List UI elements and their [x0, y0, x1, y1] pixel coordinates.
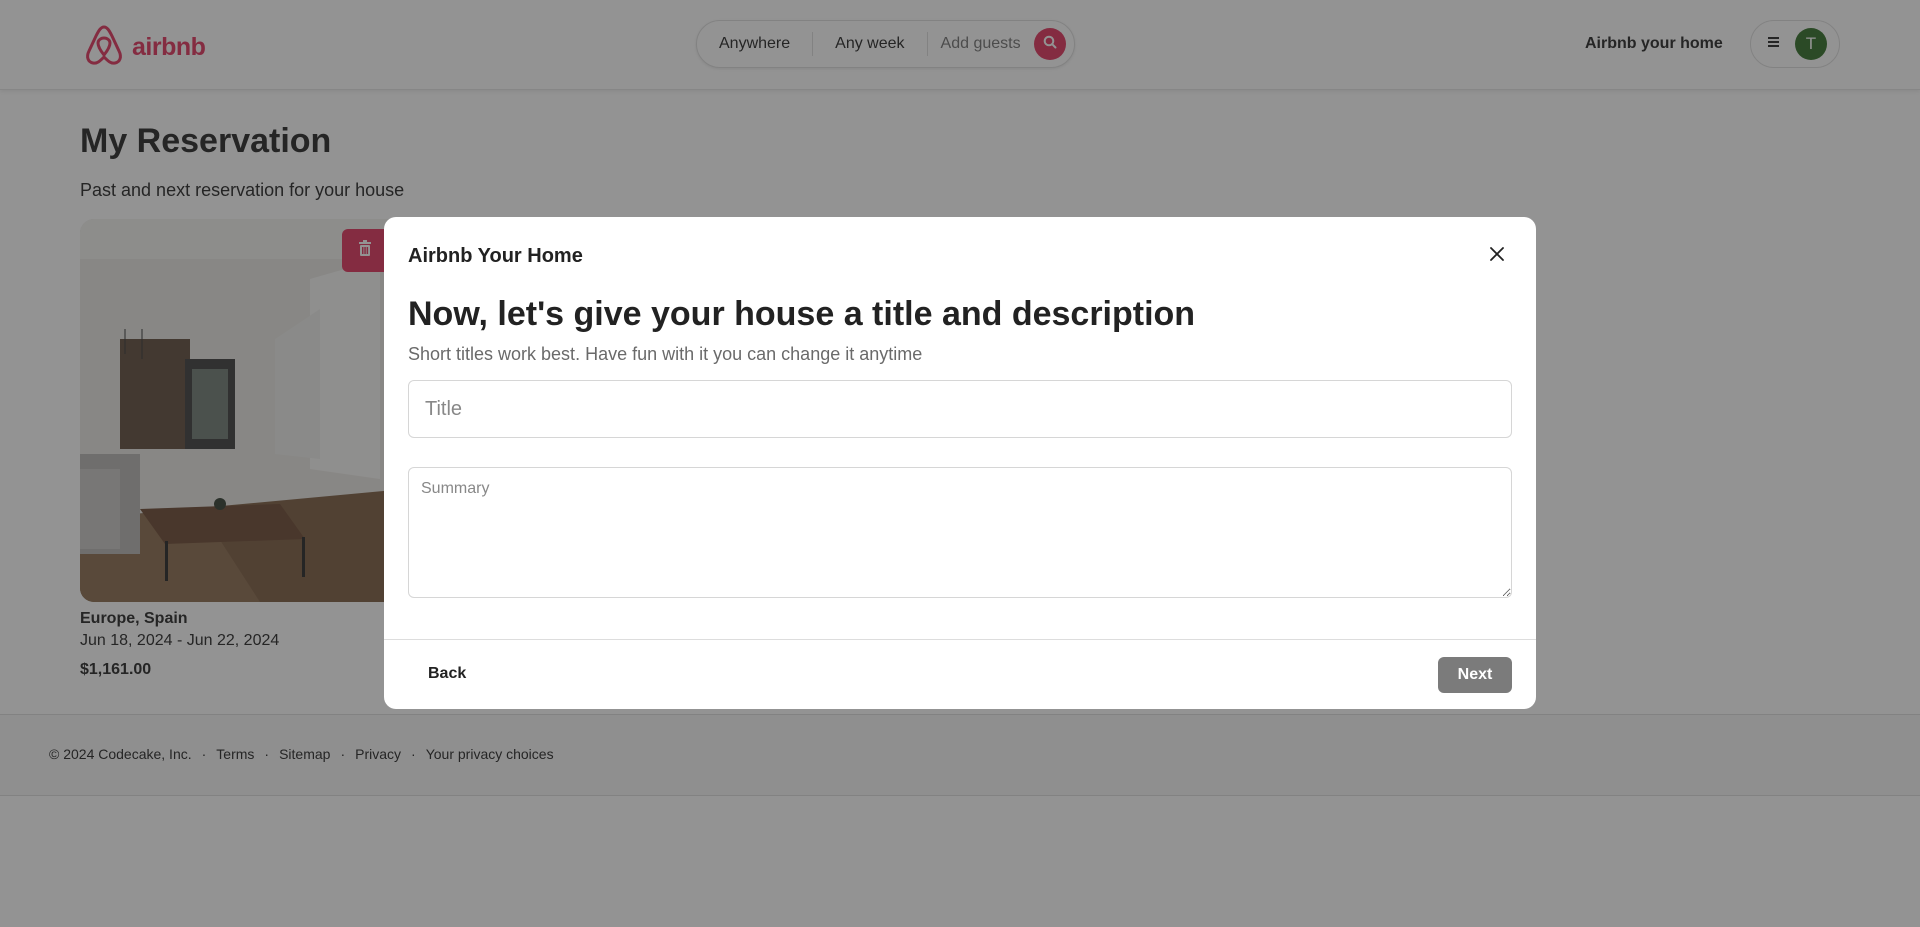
close-icon: [1490, 246, 1504, 266]
step-subheading: Short titles work best. Have fun with it…: [408, 344, 923, 364]
next-button[interactable]: Next: [1438, 657, 1512, 693]
modal-close-button[interactable]: [1484, 243, 1510, 269]
title-input[interactable]: [408, 380, 1512, 438]
modal-footer-divider: [384, 639, 1536, 640]
step-heading: Now, let's give your house a title and d…: [408, 295, 1196, 333]
modal-title: Airbnb Your Home: [408, 245, 583, 267]
airbnb-your-home-modal: Airbnb Your Home Now, let's give your ho…: [384, 217, 1536, 709]
back-button[interactable]: Back: [428, 665, 466, 683]
summary-textarea[interactable]: [408, 467, 1512, 598]
